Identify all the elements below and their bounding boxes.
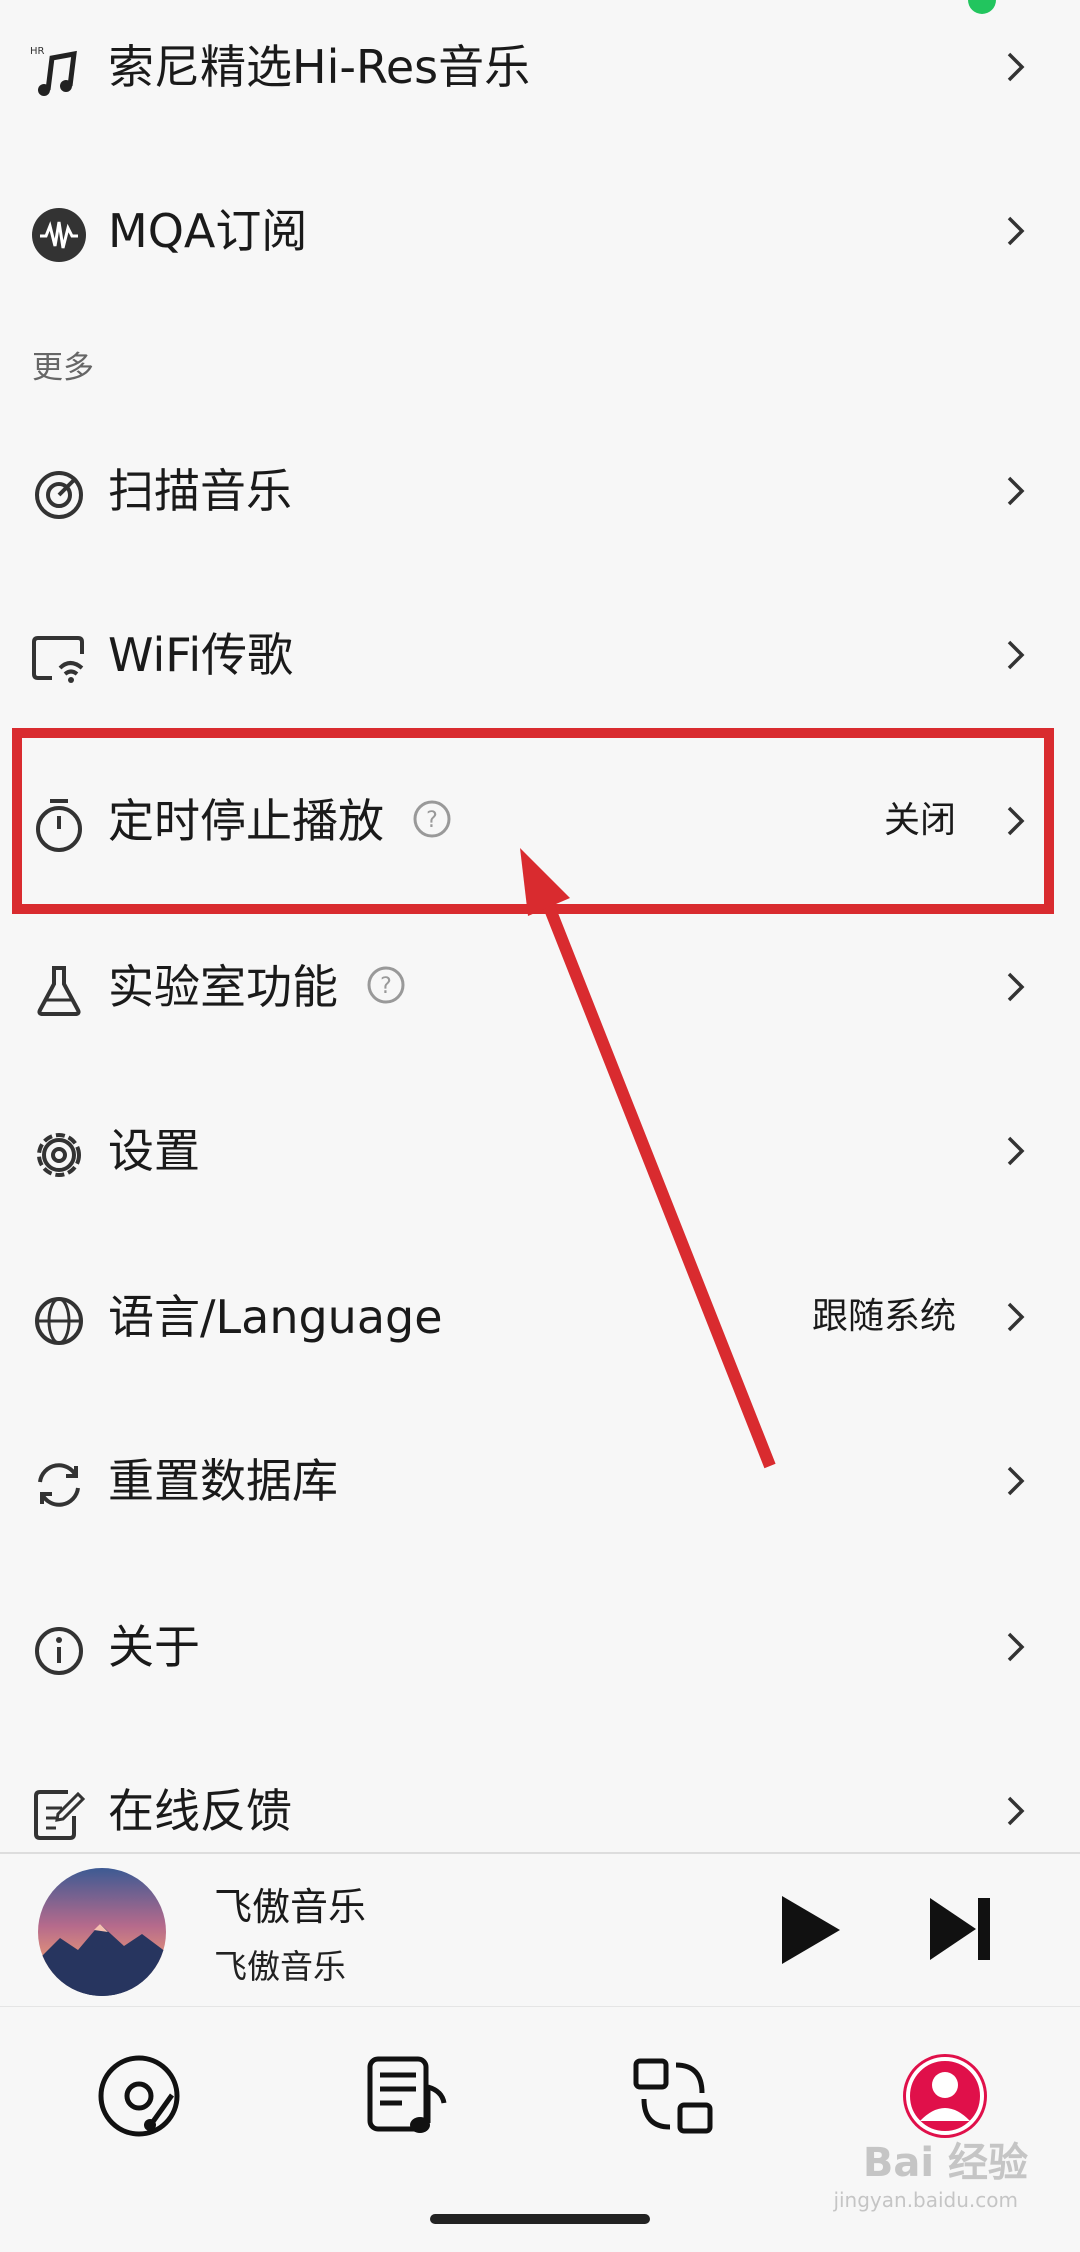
menu-item-feedback[interactable]: 在线反馈 — [0, 1756, 1080, 1866]
feedback-edit-icon — [34, 1790, 86, 1840]
menu-item-settings[interactable]: 设置 — [0, 1096, 1080, 1206]
menu-item-wifi-transfer[interactable]: WiFi传歌 — [0, 600, 1080, 710]
menu-item-reset-database[interactable]: 重置数据库 — [0, 1426, 1080, 1536]
nav-switch[interactable] — [628, 2051, 718, 2141]
annotation-highlight-box — [12, 728, 1054, 914]
nav-profile[interactable] — [900, 2051, 990, 2141]
watermark-url: jingyan.baidu.com — [833, 2188, 1018, 2212]
globe-icon — [35, 1297, 83, 1345]
nav-disc[interactable] — [94, 2051, 184, 2141]
chevron-right-icon — [1007, 52, 1025, 82]
menu-item-label: MQA订阅 — [108, 204, 308, 258]
menu-item-language[interactable]: 语言/Language 跟随系统 — [0, 1262, 1080, 1372]
section-title-more: 更多 — [32, 350, 94, 386]
watermark: Bai 经验 — [862, 2140, 1028, 2186]
wifi-transfer-icon — [32, 636, 84, 683]
menu-item-sony-hi-res[interactable]: HR 索尼精选Hi-Res音乐 — [0, 12, 1080, 122]
menu-item-label: 在线反馈 — [108, 1784, 292, 1838]
chevron-right-icon — [1007, 1796, 1025, 1826]
chevron-right-icon — [1007, 1136, 1025, 1166]
menu-item-lab-features[interactable]: 实验室功能? — [0, 932, 1080, 1042]
svg-text:?: ? — [380, 974, 392, 999]
menu-item-about[interactable]: 关于 — [0, 1592, 1080, 1702]
menu-item-label-text: 实验室功能 — [108, 960, 338, 1014]
nav-playlist[interactable] — [362, 2051, 452, 2141]
menu-item-label: 设置 — [108, 1124, 200, 1178]
menu-item-mqa[interactable]: MQA订阅 — [0, 176, 1080, 286]
svg-text:HR: HR — [30, 46, 45, 57]
chevron-right-icon — [1007, 1466, 1025, 1496]
home-indicator[interactable] — [430, 2214, 650, 2224]
chevron-right-icon — [1007, 972, 1025, 1002]
menu-item-label: 实验室功能? — [108, 932, 406, 1042]
language-value: 跟随系统 — [811, 1296, 956, 1337]
chevron-right-icon — [1007, 476, 1025, 506]
menu-item-label: WiFi传歌 — [108, 628, 294, 682]
scan-target-icon — [35, 471, 83, 519]
info-icon — [35, 1627, 83, 1675]
menu-item-label: 索尼精选Hi-Res音乐 — [108, 40, 531, 94]
hi-res-music-note-icon: HR — [30, 46, 77, 96]
flask-icon — [37, 966, 81, 1016]
help-icon[interactable]: ? — [366, 965, 406, 1005]
menu-item-label: 重置数据库 — [108, 1454, 338, 1508]
track-title: 飞傲音乐 — [214, 1885, 367, 1929]
track-artist: 飞傲音乐 — [214, 1947, 346, 1986]
menu-item-label: 语言/Language — [108, 1290, 443, 1344]
chevron-right-icon — [1007, 640, 1025, 670]
mini-player[interactable]: 飞傲音乐 飞傲音乐 — [0, 1852, 1080, 2006]
chevron-right-icon — [1007, 1302, 1025, 1332]
gear-icon — [37, 1133, 81, 1177]
menu-item-label: 关于 — [108, 1620, 200, 1674]
menu-item-label: 扫描音乐 — [108, 464, 292, 518]
play-button[interactable] — [778, 1892, 844, 1968]
chevron-right-icon — [1007, 1632, 1025, 1662]
album-cover[interactable] — [38, 1868, 166, 1996]
menu-item-scan-music[interactable]: 扫描音乐 — [0, 436, 1080, 546]
next-track-button[interactable] — [926, 1894, 994, 1964]
chevron-right-icon — [1007, 216, 1025, 246]
refresh-icon — [38, 1463, 80, 1507]
mqa-waveform-icon — [32, 208, 86, 262]
